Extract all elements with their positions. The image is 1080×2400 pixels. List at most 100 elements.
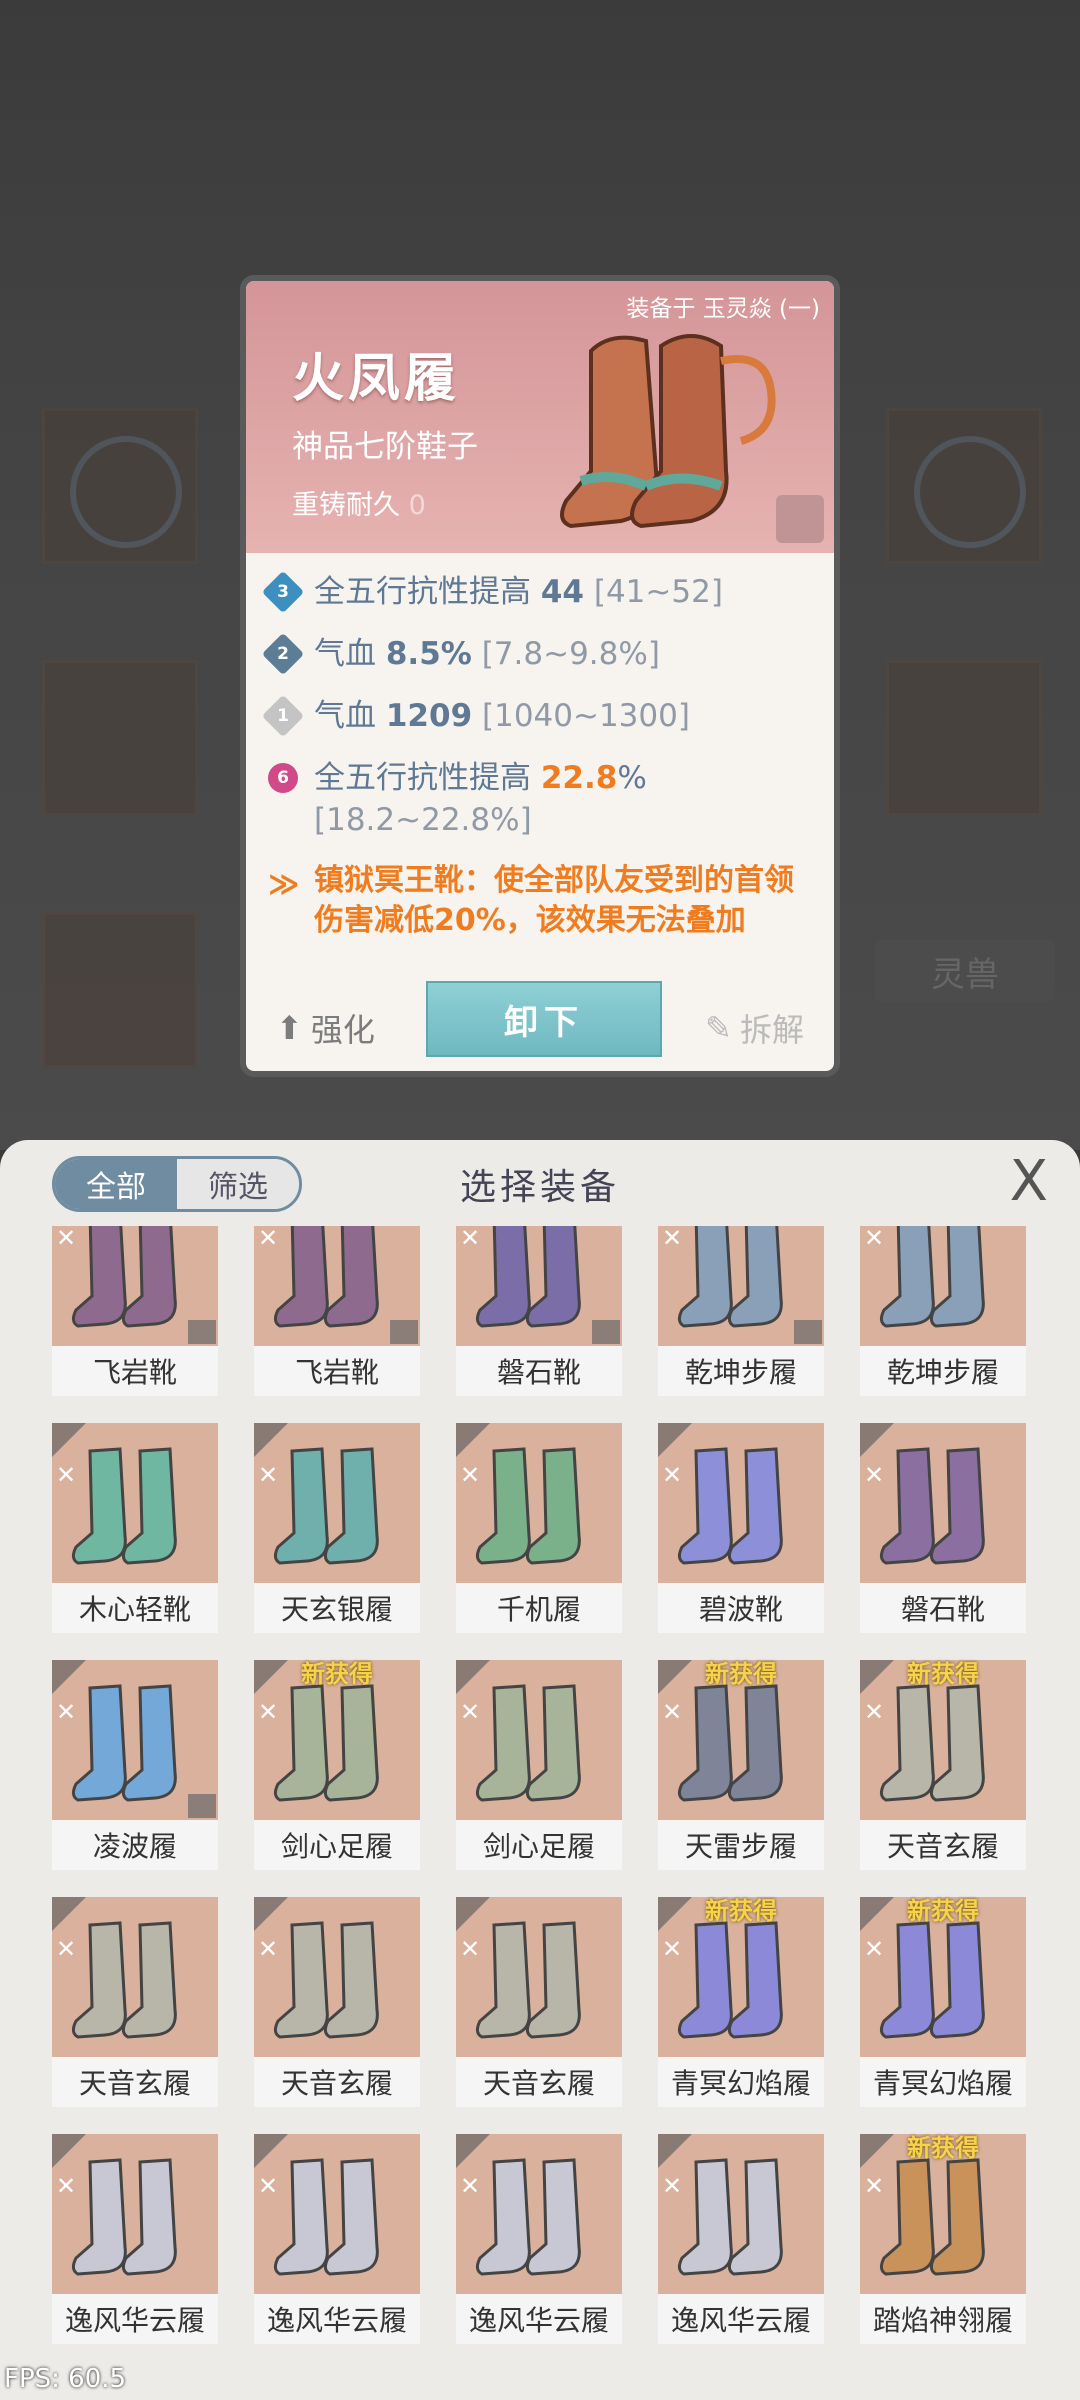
equipment-card[interactable]: ✕ 逸风华云履 — [658, 2134, 824, 2344]
equipment-card[interactable]: ✕ 千机履 — [456, 1423, 622, 1633]
equipment-name: 飞岩靴 — [52, 1346, 218, 1396]
equipment-thumbnail: ✕ 新获得 — [860, 2134, 1026, 2294]
stat-row: 6 全五行抗性提高 22.8% [18.2~22.8%] — [246, 757, 834, 841]
equipment-name: 青冥幻焰履 — [860, 2057, 1026, 2107]
equipment-thumbnail: ✕ — [658, 1423, 824, 1583]
equipment-name: 飞岩靴 — [254, 1346, 420, 1396]
item-grade: 神品七阶鞋子 — [292, 429, 478, 465]
boot-icon — [677, 1447, 783, 1565]
equipment-card[interactable]: ✕ 剑心足履 — [456, 1660, 622, 1870]
boot-icon — [71, 2158, 177, 2276]
equipment-name: 碧波靴 — [658, 1583, 824, 1633]
equipment-name: 青冥幻焰履 — [658, 2057, 824, 2107]
equipment-card[interactable]: ✕ 天音玄履 — [254, 1897, 420, 2107]
equipment-thumbnail: ✕ — [860, 1226, 1026, 1346]
equipment-name: 剑心足履 — [456, 1820, 622, 1870]
bg-equip-slot — [42, 912, 198, 1068]
arrow-up-icon: ⬆ — [276, 1009, 303, 1047]
equipment-name: 乾坤步履 — [658, 1346, 824, 1396]
equipment-card[interactable]: ✕ 磐石靴 — [456, 1226, 622, 1396]
item-name: 火凤履 — [292, 349, 461, 409]
equipment-card[interactable]: ✕ 新获得 剑心足履 — [254, 1660, 420, 1870]
unequip-button[interactable]: 卸下 — [426, 981, 662, 1057]
equipment-thumbnail: ✕ — [52, 1423, 218, 1583]
equipment-name: 磐石靴 — [456, 1346, 622, 1396]
stat-row: 1 气血 1209 [1040~1300] — [246, 694, 834, 738]
equipment-card[interactable]: ✕ 天音玄履 — [52, 1897, 218, 2107]
lock-icon — [794, 1320, 822, 1344]
equipment-card[interactable]: ✕ 木心轻靴 — [52, 1423, 218, 1633]
equipment-card[interactable]: ✕ 新获得 天音玄履 — [860, 1660, 1026, 1870]
equipment-card[interactable]: ✕ 天玄银履 — [254, 1423, 420, 1633]
equipment-thumbnail: ✕ — [52, 2134, 218, 2294]
equipment-card[interactable]: ✕ 新获得 青冥幻焰履 — [860, 1897, 1026, 2107]
equipment-name: 天音玄履 — [860, 1820, 1026, 1870]
boot-icon — [879, 1684, 985, 1802]
equipment-card[interactable]: ✕ 新获得 青冥幻焰履 — [658, 1897, 824, 2107]
equipment-thumbnail: ✕ 新获得 — [658, 1897, 824, 2057]
equipment-name: 磐石靴 — [860, 1583, 1026, 1633]
boot-icon — [71, 1921, 177, 2039]
equipment-name: 逸风华云履 — [658, 2294, 824, 2344]
boot-icon — [475, 1447, 581, 1565]
equipment-card[interactable]: ✕ 逸风华云履 — [254, 2134, 420, 2344]
boot-icon — [879, 1447, 985, 1565]
equipment-name: 天音玄履 — [254, 2057, 420, 2107]
equipment-card[interactable]: ✕ 天音玄履 — [456, 1897, 622, 2107]
equipment-thumbnail: ✕ 新获得 — [658, 1660, 824, 1820]
equipment-thumbnail: ✕ 新获得 — [860, 1897, 1026, 2057]
equipped-on-label: 装备于 玉灵焱 (一) — [626, 296, 820, 322]
boot-icon — [677, 1226, 783, 1328]
lock-icon[interactable] — [776, 495, 824, 543]
equipment-card[interactable]: ✕ 逸风华云履 — [456, 2134, 622, 2344]
bg-equip-slot — [42, 408, 198, 564]
equipment-thumbnail: ✕ — [254, 1423, 420, 1583]
equipment-thumbnail: ✕ — [52, 1660, 218, 1820]
equipment-thumbnail: ✕ — [254, 2134, 420, 2294]
equipment-card[interactable]: ✕ 新获得 踏焰神翎履 — [860, 2134, 1026, 2344]
detail-header: 装备于 玉灵焱 (一) 火凤履 神品七阶鞋子 重铸耐久 0 — [246, 281, 834, 553]
new-obtained-badge: 新获得 — [907, 2134, 979, 2162]
spirit-beast-tab: 灵兽 — [875, 940, 1055, 1002]
equipment-thumbnail: ✕ — [860, 1423, 1026, 1583]
boot-icon — [273, 1684, 379, 1802]
equipment-card[interactable]: ✕ 飞岩靴 — [254, 1226, 420, 1396]
boot-icon — [879, 1921, 985, 2039]
stat-row: 2 气血 8.5% [7.8~9.8%] — [246, 632, 834, 676]
boot-icon — [677, 2158, 783, 2276]
boot-icon — [879, 1226, 985, 1328]
equipment-thumbnail: ✕ — [52, 1897, 218, 2057]
lock-icon — [592, 1320, 620, 1344]
equipment-thumbnail: ✕ — [658, 2134, 824, 2294]
equipment-card[interactable]: ✕ 磐石靴 — [860, 1423, 1026, 1633]
level-2-icon: 2 — [261, 632, 305, 676]
boot-icon — [71, 1447, 177, 1565]
equipment-name: 逸风华云履 — [456, 2294, 622, 2344]
strengthen-button[interactable]: ⬆ 强化 — [276, 1005, 375, 1051]
boot-icon — [273, 2158, 379, 2276]
equipment-thumbnail: ✕ — [456, 1660, 622, 1820]
equipment-name: 天雷步履 — [658, 1820, 824, 1870]
equipment-thumbnail: ✕ — [52, 1226, 218, 1346]
equipment-thumbnail: ✕ — [456, 1226, 622, 1346]
equipment-name: 乾坤步履 — [860, 1346, 1026, 1396]
equipment-card[interactable]: ✕ 逸风华云履 — [52, 2134, 218, 2344]
lock-icon — [188, 1320, 216, 1344]
new-obtained-badge: 新获得 — [301, 1660, 373, 1688]
boot-icon — [475, 1921, 581, 2039]
equipment-card[interactable]: ✕ 新获得 天雷步履 — [658, 1660, 824, 1870]
dismantle-button[interactable]: ✎ 拆解 — [705, 1005, 804, 1051]
bg-equip-slot — [886, 660, 1042, 816]
equipment-thumbnail: ✕ — [456, 1897, 622, 2057]
close-button[interactable]: X — [1010, 1154, 1048, 1210]
equipment-card[interactable]: ✕ 飞岩靴 — [52, 1226, 218, 1396]
boot-icon — [273, 1226, 379, 1328]
panel-title: 选择装备 — [459, 1167, 620, 1208]
equipment-card[interactable]: ✕ 凌波履 — [52, 1660, 218, 1870]
equipment-name: 剑心足履 — [254, 1820, 420, 1870]
equipment-card[interactable]: ✕ 乾坤步履 — [860, 1226, 1026, 1396]
equipment-card[interactable]: ✕ 乾坤步履 — [658, 1226, 824, 1396]
equipment-name: 天玄银履 — [254, 1583, 420, 1633]
special-effect: ≫ 镇狱冥王靴：使全部队友受到的首领伤害减低20%，该效果无法叠加 — [268, 863, 794, 938]
equipment-card[interactable]: ✕ 碧波靴 — [658, 1423, 824, 1633]
